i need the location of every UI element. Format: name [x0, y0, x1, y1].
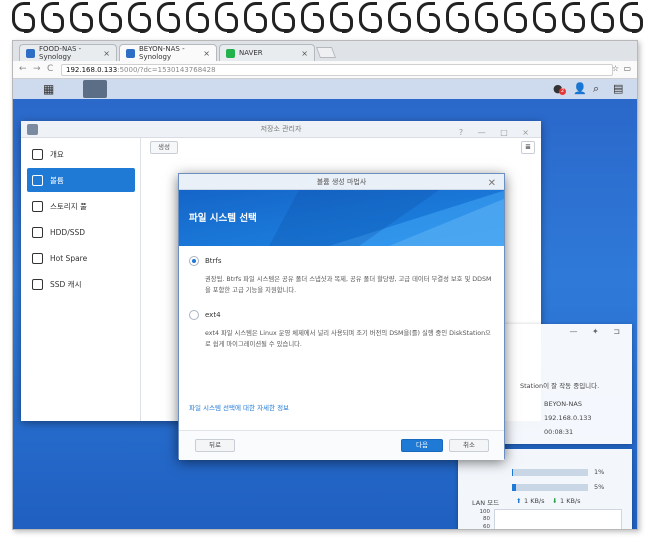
back-icon[interactable]: ←	[19, 64, 27, 74]
ssd-cache-icon	[32, 278, 43, 290]
screenshot-frame: FOOD-NAS - Synology × BEYON-NAS - Synolo…	[12, 40, 638, 530]
lan-label[interactable]: LAN 모드	[472, 497, 499, 507]
url-path: :5000/?dc=1530143768428	[117, 66, 216, 74]
cpu-bar-fill	[512, 469, 513, 476]
option-name: Btrfs	[205, 257, 222, 265]
search-icon[interactable]: ⌕	[593, 82, 599, 96]
ram-percent: 5%	[594, 483, 605, 491]
filesystem-info-link[interactable]: 파일 시스템 선택에 대한 자세한 정보	[189, 402, 289, 412]
tab-close-icon[interactable]: ×	[103, 49, 110, 58]
y-tick: 100	[479, 509, 491, 515]
dialog-titlebar: 볼륨 생성 마법사 ✕	[179, 174, 504, 190]
sidebar-item-overview[interactable]: 개요	[27, 142, 135, 166]
ram-bar-fill	[512, 484, 516, 491]
bookmark-star-icon[interactable]: ☆	[612, 64, 619, 73]
widget-controls[interactable]: — ✦ ⊐	[570, 327, 627, 336]
storage-pool-icon	[32, 200, 43, 212]
y-tick: 60	[483, 523, 490, 530]
btrfs-radio[interactable]	[189, 256, 199, 266]
dialog-banner: 파일 시스템 선택	[179, 190, 504, 246]
upload-speed: 1 KB/s	[524, 497, 545, 505]
y-tick: 80	[483, 516, 490, 523]
sidebar-item-hot-spare[interactable]: Hot Spare	[27, 246, 135, 270]
sidebar-item-label: HDD/SSD	[50, 227, 86, 237]
notification-badge: 2	[559, 88, 566, 95]
address-bar: ← → C 192.168.0.133:5000/?dc=15301437684…	[13, 61, 637, 79]
dialog-heading: 파일 시스템 선택	[189, 213, 257, 224]
main-menu-icon[interactable]: ▦	[43, 83, 54, 95]
create-button[interactable]: 생성	[150, 141, 178, 154]
volume-icon	[32, 174, 43, 186]
sidebar-item-storage-pool[interactable]: 스토리지 풀	[27, 194, 135, 218]
url-host: 192.168.0.133	[66, 66, 118, 74]
upload-arrow-icon: ⬆	[516, 497, 522, 505]
sidebar-item-label: Hot Spare	[50, 253, 88, 263]
overview-icon	[32, 148, 43, 160]
back-button[interactable]: 뒤로	[195, 439, 235, 452]
storage-manager-taskbar-icon[interactable]	[83, 80, 107, 98]
option-name: ext4	[205, 311, 221, 319]
tab-close-icon[interactable]: ×	[203, 49, 210, 58]
volume-wizard-dialog: 볼륨 생성 마법사 ✕ 파일 시스템 선택 Btrfs 권장됨. Btrfs 파…	[178, 173, 505, 460]
graph-y-ticks: 100 80 60 40 20 0	[476, 509, 491, 530]
forward-icon[interactable]: →	[33, 64, 41, 74]
widgets-icon[interactable]: ▤	[613, 82, 623, 95]
synology-favicon-icon	[126, 48, 135, 58]
sidebar-item-label: SSD 캐시	[50, 279, 82, 289]
ext4-radio[interactable]	[189, 310, 199, 320]
sidebar-item-label: 볼륨	[50, 175, 64, 185]
tab-title: NAVER	[239, 49, 263, 57]
naver-favicon-icon	[226, 48, 235, 58]
server-uptime: 00:08:31	[544, 428, 574, 436]
sidebar-item-ssd-cache[interactable]: SSD 캐시	[27, 272, 135, 296]
browser-tabbar: FOOD-NAS - Synology × BEYON-NAS - Synolo…	[13, 41, 637, 61]
next-button[interactable]: 다음	[401, 439, 443, 452]
tab-food-nas[interactable]: FOOD-NAS - Synology ×	[19, 44, 117, 61]
option-description: 권장됨. Btrfs 파일 시스템은 공유 폴더 스냅샷과 복제, 공유 폴더 …	[205, 276, 492, 294]
window-titlebar: 저장소 관리자 ? — □ ×	[21, 121, 541, 138]
tab-title: BEYON-NAS - Synology	[139, 45, 185, 61]
tab-title: FOOD-NAS - Synology	[39, 45, 82, 61]
browser-menu-icon[interactable]: ▭	[623, 64, 631, 73]
cpu-bar	[512, 469, 588, 476]
dialog-title: 볼륨 생성 마법사	[316, 178, 367, 186]
option-description: ext4 파일 시스템은 Linux 운영 체제에서 널리 사용되며 조기 버전…	[205, 330, 491, 348]
synology-favicon-icon	[26, 48, 35, 58]
server-name: BEYON-NAS	[544, 400, 582, 408]
sidebar-item-label: 개요	[50, 149, 64, 159]
dialog-footer: 뒤로 다음 취소	[179, 430, 504, 460]
network-graph-svg	[495, 510, 623, 530]
sidebar-item-label: 스토리지 풀	[50, 201, 87, 211]
ram-bar	[512, 484, 588, 491]
download-arrow-icon: ⬇	[552, 497, 558, 505]
storage-manager-logo-icon	[27, 124, 38, 135]
sidebar-item-volume[interactable]: 볼륨	[27, 168, 135, 192]
resource-monitor-widget: 1% 5% LAN 모드 ⬆ 1 KB/s ⬇ 1 KB/s 100 80 60…	[458, 449, 632, 530]
notebook-binding	[0, 0, 650, 36]
hot-spare-icon	[32, 252, 43, 264]
user-icon[interactable]: 👤	[573, 82, 587, 95]
server-ip: 192.168.0.133	[544, 414, 592, 422]
network-graph	[494, 509, 623, 530]
tab-naver[interactable]: NAVER ×	[219, 44, 315, 61]
reload-icon[interactable]: C	[47, 64, 53, 74]
new-tab-button[interactable]	[315, 47, 337, 58]
url-input[interactable]: 192.168.0.133:5000/?dc=1530143768428	[61, 64, 613, 76]
tab-beyon-nas[interactable]: BEYON-NAS - Synology ×	[119, 44, 217, 61]
window-title: 저장소 관리자	[260, 125, 302, 133]
disk-icon	[32, 226, 43, 238]
sort-icon[interactable]: ≣	[521, 141, 535, 154]
dsm-taskbar: ▦ ● 2 👤 ⌕ ▤	[13, 79, 637, 99]
cpu-percent: 1%	[594, 468, 605, 476]
storage-sidebar: 개요 볼륨 스토리지 풀 HDD/SSD Hot Spare SSD 캐시	[21, 138, 141, 421]
tab-close-icon[interactable]: ×	[301, 49, 308, 58]
cancel-button[interactable]: 취소	[449, 439, 489, 452]
download-speed: 1 KB/s	[560, 497, 581, 505]
sidebar-item-hdd-ssd[interactable]: HDD/SSD	[27, 220, 135, 244]
health-status-text: Station이 잘 작동 중입니다.	[520, 382, 600, 390]
